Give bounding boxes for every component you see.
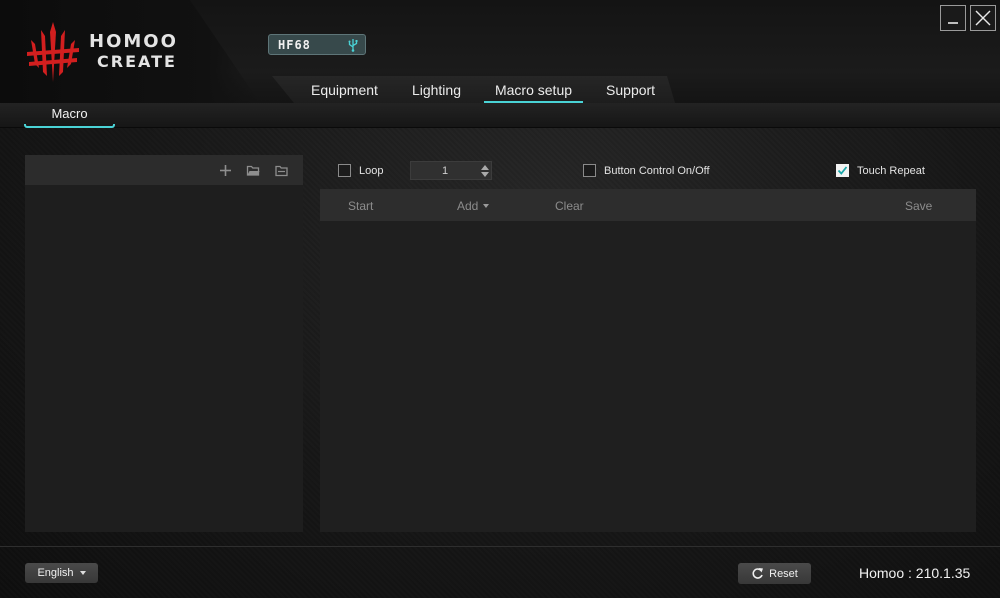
folder-open-icon[interactable] [246,163,261,178]
stepper-arrows [479,164,491,177]
footer-divider [0,546,1000,547]
plus-icon[interactable] [218,163,233,178]
language-select[interactable]: English [25,563,98,583]
refresh-icon [752,568,764,579]
tab-label: Lighting [411,81,461,98]
button-control-label: Button Control On/Off [604,164,710,177]
touch-repeat-checkbox[interactable] [836,164,849,177]
loop-count-stepper[interactable] [410,161,492,180]
loop-count-input[interactable] [411,162,479,179]
loop-label: Loop [359,164,384,177]
subtab-bar [0,103,1000,128]
tab-label: Equipment [311,81,378,98]
touch-repeat-label: Touch Repeat [857,164,925,177]
brand-line-1: HOMOO [89,31,178,52]
chevron-up-icon[interactable] [481,164,489,170]
device-name: HF68 [278,37,311,52]
add-event-dropdown[interactable]: Add [457,199,490,213]
language-label: English [37,567,74,579]
folder-icon[interactable] [274,163,289,178]
brand-name: HOMOO CREATE [89,33,178,70]
macro-list-panel [25,155,303,532]
reset-label: Reset [769,567,798,580]
subtab-macro[interactable]: Macro [24,106,115,128]
close-button[interactable] [970,5,996,31]
close-icon [975,10,991,26]
loop-option[interactable]: Loop [338,164,383,177]
brand-line-2: CREATE [97,52,177,71]
clear-button[interactable]: Clear [555,199,584,213]
save-button[interactable]: Save [905,199,932,213]
chevron-down-icon [483,204,490,208]
button-control-checkbox[interactable] [583,164,596,177]
tab-macro-setup[interactable]: Macro setup [478,76,589,103]
app-version: Homoo : 210.1.35 [859,565,971,581]
macro-list-toolbar [25,155,303,185]
chevron-down-icon [79,571,86,575]
device-selector[interactable]: HF68 [268,34,366,55]
subtab-active-indicator [24,124,115,128]
minimize-icon [948,22,958,24]
touch-repeat-option[interactable]: Touch Repeat [836,164,925,177]
tab-lighting[interactable]: Lighting [395,76,478,103]
subtab-label: Macro [51,106,88,121]
reset-button[interactable]: Reset [738,563,811,584]
chevron-down-icon[interactable] [481,171,489,177]
checkmark-icon [837,166,848,175]
button-control-option[interactable]: Button Control On/Off [583,164,710,177]
macro-editor-toolbar: Start Add Clear Save [320,189,976,221]
add-label: Add [457,199,479,213]
tab-support[interactable]: Support [589,76,672,103]
loop-checkbox[interactable] [338,164,351,177]
minimize-button[interactable] [940,5,966,31]
start-record-button[interactable]: Start [348,199,373,213]
tab-equipment[interactable]: Equipment [294,76,395,103]
macro-editor-panel: Start Add Clear Save [320,189,976,532]
tab-label: Macro setup [494,81,573,98]
tab-label: Support [606,81,656,98]
usb-icon [348,38,358,52]
main-nav: Equipment Lighting Macro setup Support [272,76,675,103]
homoo-logo-icon [27,22,79,82]
